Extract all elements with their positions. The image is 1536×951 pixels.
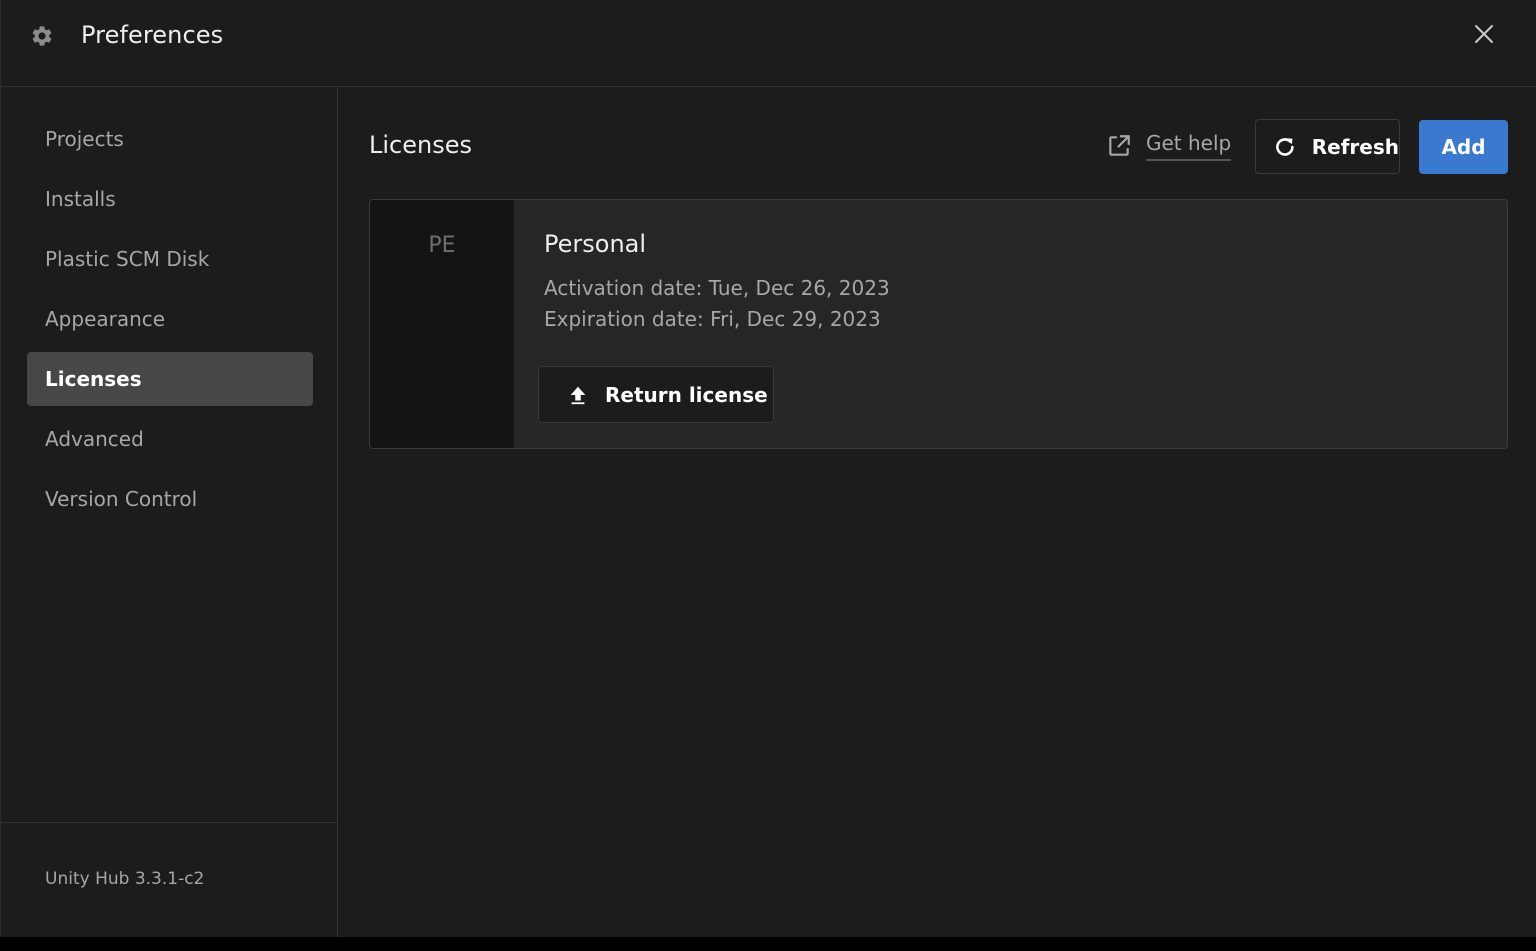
page-title: Licenses [369,131,472,159]
app-version: Unity Hub 3.3.1-c2 [45,869,205,889]
close-icon[interactable] [1472,22,1496,46]
sidebar: Projects Installs Plastic SCM Disk Appea… [1,87,338,937]
preferences-window: Preferences Projects Installs Plastic SC… [0,0,1536,937]
sidebar-item-licenses[interactable]: Licenses [27,352,313,406]
refresh-button[interactable]: Refresh [1255,119,1400,174]
get-help-link[interactable]: Get help [1106,131,1232,167]
expiration-date: Expiration date: Fri, Dec 29, 2023 [544,307,881,331]
sidebar-item-installs[interactable]: Installs [27,172,313,226]
upload-arrow-icon [570,386,586,404]
title-bar: Preferences [1,0,1536,87]
return-license-label: Return license [605,382,768,407]
add-license-button[interactable]: Add [1419,120,1508,174]
sidebar-item-version-control[interactable]: Version Control [27,472,313,526]
return-license-button[interactable]: Return license [538,366,774,423]
license-name: Personal [544,230,647,258]
sidebar-footer: Unity Hub 3.3.1-c2 [1,822,337,937]
license-badge: PE [428,233,456,258]
window-title: Preferences [81,21,224,49]
get-help-label: Get help [1146,131,1232,161]
license-card: PE Personal Activation date: Tue, Dec 26… [369,199,1508,449]
gear-icon [32,26,52,46]
main-panel: Licenses Get help Refresh Add PE Persona… [338,87,1536,937]
refresh-icon [1276,137,1294,156]
sidebar-item-plastic-scm-disk[interactable]: Plastic SCM Disk [27,232,313,286]
sidebar-item-advanced[interactable]: Advanced [27,412,313,466]
refresh-label: Refresh [1311,134,1399,159]
sidebar-item-appearance[interactable]: Appearance [27,292,313,346]
sidebar-item-projects[interactable]: Projects [27,112,313,166]
external-link-icon [1109,135,1130,156]
activation-date: Activation date: Tue, Dec 26, 2023 [544,276,890,300]
license-thumbnail: PE [370,200,514,448]
